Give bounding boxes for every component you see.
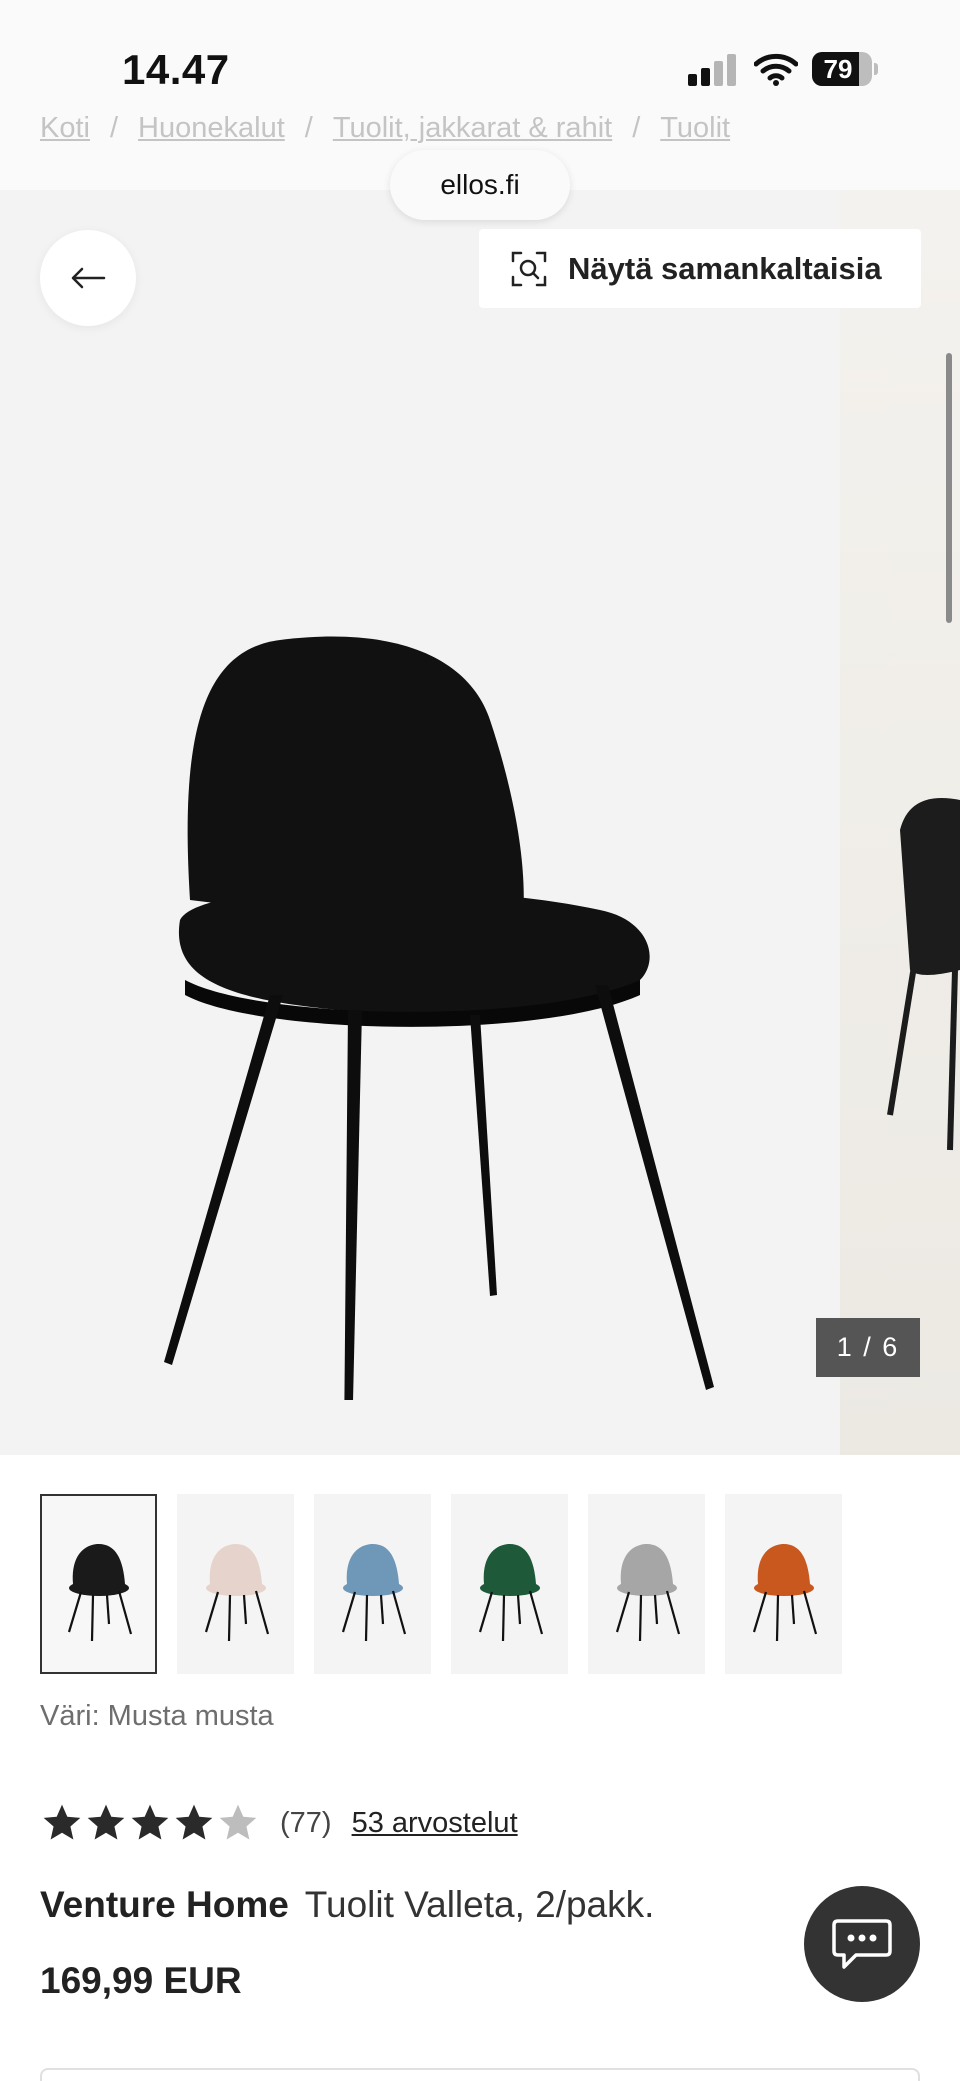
battery-level: 79 <box>823 54 853 84</box>
star-icon <box>87 1804 125 1840</box>
next-slide-preview[interactable] <box>840 190 960 1455</box>
next-section-box <box>40 2068 920 2081</box>
rating-stars <box>40 1801 260 1845</box>
star-icon <box>131 1804 169 1840</box>
breadcrumb-link-tuolit[interactable]: Tuolit <box>660 112 730 145</box>
star-icon <box>219 1804 257 1840</box>
chair-thumbnail-image <box>341 1543 406 1642</box>
signal-icon <box>688 52 738 86</box>
back-arrow-icon <box>71 267 106 289</box>
color-thumbnail[interactable] <box>725 1494 842 1674</box>
back-button[interactable] <box>40 230 136 326</box>
show-similar-label: Näytä samankaltaisia <box>568 250 882 286</box>
rating: (77) 53 arvostelut <box>40 1800 518 1846</box>
product-name: Tuolit Valleta, 2/pakk. <box>304 1884 655 1925</box>
color-thumbnail[interactable] <box>314 1494 431 1674</box>
chair-thumbnail-image <box>204 1543 269 1642</box>
gallery-counter: 1 / 6 <box>816 1318 920 1377</box>
color-label: Väri: Musta musta <box>40 1700 274 1732</box>
reviews-link[interactable]: 53 arvostelut <box>352 1807 518 1840</box>
status-time: 14.47 <box>122 46 230 93</box>
product-title: Venture Home Tuolit Valleta, 2/pakk. <box>40 1884 654 1926</box>
product-gallery[interactable]: Näytä samankaltaisia 1 / 6 <box>0 190 960 1455</box>
breadcrumb-link-tuolit-jakkarat-rahit[interactable]: Tuolit, jakkarat & rahit <box>333 112 612 145</box>
star-icon <box>175 1804 213 1840</box>
scrollbar[interactable] <box>946 353 952 623</box>
visual-search-icon <box>511 251 547 286</box>
brand-name[interactable]: Venture Home <box>40 1884 289 1925</box>
battery-icon: 79 <box>812 52 878 86</box>
chair-thumbnail-image <box>752 1543 817 1642</box>
url-pill[interactable]: ellos.fi <box>390 150 570 220</box>
chat-icon <box>832 1919 892 1969</box>
breadcrumb: Koti / Huonekalut / Tuolit, jakkarat & r… <box>40 111 731 145</box>
star-icon <box>43 1804 81 1840</box>
color-thumbnail[interactable] <box>40 1494 157 1674</box>
chat-button[interactable] <box>804 1886 920 2002</box>
chair-thumbnail-image <box>615 1543 680 1642</box>
rating-count: (77) <box>280 1806 332 1839</box>
show-similar-button[interactable]: Näytä samankaltaisia <box>479 229 921 308</box>
chair-thumbnail-image <box>67 1543 132 1642</box>
product-price: 169,99 EUR <box>40 1960 242 2001</box>
breadcrumb-link-koti[interactable]: Koti <box>40 112 90 145</box>
color-thumbnail[interactable] <box>177 1494 294 1674</box>
color-thumbnail[interactable] <box>451 1494 568 1674</box>
color-thumbnail[interactable] <box>588 1494 705 1674</box>
wifi-icon <box>754 53 798 86</box>
breadcrumb-link-huonekalut[interactable]: Huonekalut <box>138 112 285 145</box>
product-image-chair[interactable] <box>140 440 720 1400</box>
chair-thumbnail-image <box>478 1543 543 1642</box>
color-thumbnails <box>40 1494 862 1674</box>
